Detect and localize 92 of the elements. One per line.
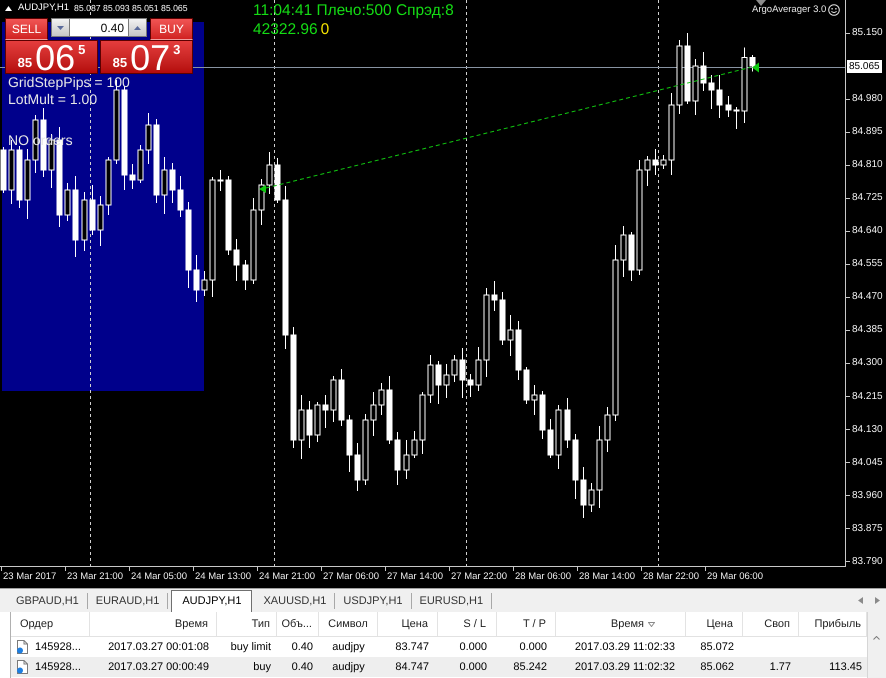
time-label: 24 Mar 13:00 (195, 571, 251, 582)
column-header[interactable]: Объ... (277, 612, 319, 636)
table-cell-text: 0.000 (458, 640, 488, 655)
column-header[interactable]: Ордер (11, 612, 90, 636)
smiley-icon (828, 4, 840, 16)
price-label: 83.790 (852, 556, 883, 568)
time-label: 28 Mar 14:00 (579, 571, 635, 582)
price-label: 84.470 (852, 291, 883, 304)
table-cell-text: 85.072 (699, 640, 735, 655)
time-label: 29 Mar 06:00 (707, 571, 763, 582)
expert-name: ArgoAverager 3.0 (752, 4, 826, 16)
price-label: 84.215 (852, 390, 883, 403)
sell-button[interactable]: SELL (5, 18, 48, 40)
price-label: 84.810 (852, 159, 883, 172)
table-cell-text: 2017.03.27 00:01:08 (107, 640, 210, 655)
column-header[interactable]: Цена (378, 612, 438, 636)
caret-down-icon (57, 26, 64, 30)
price-label: 84.045 (852, 456, 883, 469)
tab[interactable]: EURUSD,H1 (412, 593, 492, 609)
time-label: 28 Mar 06:00 (515, 571, 571, 582)
column-header[interactable]: Своп (743, 612, 799, 636)
lot-size-field[interactable]: 0.40 (70, 18, 128, 37)
price-label: 84.895 (852, 126, 883, 138)
price-label: 83.875 (852, 522, 883, 535)
time-label: 23 Mar 2017 (3, 571, 56, 582)
column-header[interactable]: Тип (217, 612, 277, 636)
tab[interactable]: USDJPY,H1 (335, 593, 412, 609)
buy-button[interactable]: BUY (150, 18, 193, 40)
price-label: 84.130 (852, 424, 883, 436)
price-label: 84.640 (852, 225, 883, 238)
column-header[interactable]: S / L (438, 612, 497, 636)
scroll-up-icon[interactable] (873, 636, 880, 640)
time-label: 24 Mar 21:00 (259, 571, 315, 582)
table-cell-text: 0.40 (290, 660, 314, 675)
table-cell-text: 0.000 (518, 640, 548, 655)
table-cell-text: 0.40 (290, 640, 314, 655)
time-label: 28 Mar 22:00 (643, 571, 699, 582)
scroll-right-icon[interactable] (875, 597, 880, 604)
order-number: 145928... (35, 660, 81, 675)
table-cell-text: 2017.03.27 00:00:49 (107, 660, 210, 675)
document-icon (16, 660, 29, 674)
time-label: 23 Mar 21:00 (67, 571, 123, 582)
table-cell-text: 85.062 (699, 660, 735, 675)
symbol-label: AUDJPY,H1 (18, 2, 70, 14)
table-cell-text: audjpy (331, 640, 366, 655)
table-cell-text: 1.77 (768, 660, 792, 675)
tab[interactable]: AUDJPY,H1 (171, 590, 252, 612)
table-cell-text: 0.000 (458, 660, 488, 675)
parameter-text: GridStepPips = 100 (8, 74, 130, 91)
parameter-text: LotMult = 1.00 (8, 91, 98, 108)
price-quotes: 85.087 85.093 85.051 85.065 (74, 2, 188, 14)
order-count: 0 (320, 20, 330, 39)
lot-decrease-button[interactable] (51, 18, 70, 37)
vertical-scrollbar[interactable] (867, 612, 886, 678)
price-label: 84.555 (852, 258, 883, 270)
tab[interactable]: EURAUD,H1 (88, 593, 168, 609)
column-header[interactable]: T / P (497, 612, 556, 636)
table-cell-text: 84.747 (394, 660, 430, 675)
table-cell-text: 2017.03.29 11:02:32 (574, 660, 676, 675)
time-label: 27 Mar 22:00 (451, 571, 507, 582)
document-icon (16, 640, 29, 654)
time-label: 24 Mar 05:00 (131, 571, 187, 582)
table-cell-text: buy (252, 660, 272, 675)
price-label: 84.300 (852, 357, 883, 370)
table-cell-text: 85.242 (512, 660, 548, 675)
column-header[interactable]: Символ (319, 612, 378, 636)
collapse-triangle-icon[interactable] (5, 6, 12, 10)
status-line: 11:04:41 Плечо:500 Спрэд:8 (253, 1, 454, 20)
table-cell-text: 83.747 (394, 640, 430, 655)
price-label: 84.725 (852, 192, 883, 204)
lot-increase-button[interactable] (128, 18, 147, 37)
caret-up-icon (134, 26, 141, 30)
column-header[interactable]: Цена (686, 612, 743, 636)
table-cell-text: buy limit (230, 640, 272, 655)
time-label: 27 Mar 06:00 (323, 571, 379, 582)
column-header[interactable]: Время (90, 612, 217, 636)
price-label: 84.385 (852, 324, 883, 336)
table-cell-text: 2017.03.29 11:02:33 (574, 640, 676, 655)
column-header[interactable]: Время (556, 612, 686, 636)
tab[interactable]: GBPAUD,H1 (8, 593, 88, 609)
order-number: 145928... (35, 640, 81, 655)
price-label: 85.150 (852, 27, 883, 40)
current-price-label: 85.065 (847, 60, 882, 73)
price-label: 83.960 (852, 490, 883, 502)
tab[interactable]: XAUUSD,H1 (255, 593, 336, 609)
scroll-left-icon[interactable] (858, 597, 863, 604)
time-label: 27 Mar 14:00 (387, 571, 443, 582)
price-label: 84.980 (852, 93, 883, 106)
table-cell-text: audjpy (331, 660, 366, 675)
table-cell-text: 113.45 (828, 660, 863, 675)
balance-value: 42322.96 (253, 20, 318, 39)
down-triangle-icon[interactable] (756, 0, 766, 6)
